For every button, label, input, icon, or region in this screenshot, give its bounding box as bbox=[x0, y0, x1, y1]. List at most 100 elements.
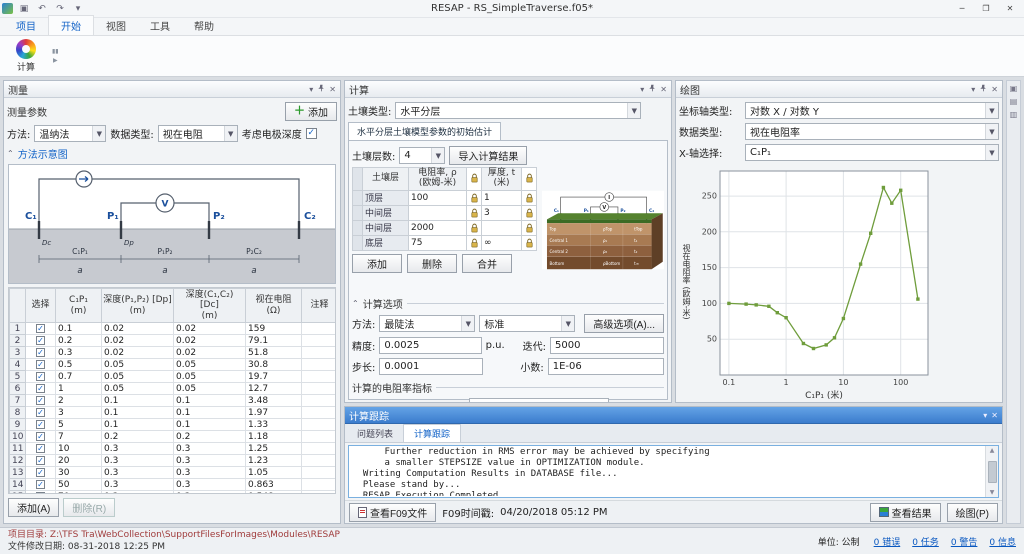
x-axis-select[interactable]: C₁P₁ ▼ bbox=[745, 144, 999, 161]
soil-layer-row[interactable]: 顶层1001 bbox=[353, 190, 537, 205]
lock-icon[interactable] bbox=[525, 193, 534, 203]
panel-close-icon[interactable]: ✕ bbox=[991, 85, 998, 94]
row-select-checkbox[interactable]: ✓ bbox=[36, 468, 45, 477]
scroll-down-icon[interactable]: ▼ bbox=[990, 489, 995, 496]
tab-computation-trace[interactable]: 计算跟踪 bbox=[403, 424, 461, 442]
dock-grid-icon[interactable]: ▤ bbox=[1010, 97, 1018, 106]
compute-button[interactable]: 计算 bbox=[4, 37, 48, 75]
panel-menu-icon[interactable]: ▾ bbox=[971, 85, 975, 94]
iterations-input[interactable]: 5000 bbox=[550, 337, 664, 354]
panel-menu-icon[interactable]: ▾ bbox=[640, 85, 644, 94]
lock-icon[interactable] bbox=[525, 238, 534, 248]
soil-layers-select[interactable]: 4 ▼ bbox=[399, 147, 445, 164]
row-select-checkbox[interactable]: ✓ bbox=[36, 480, 45, 489]
tab-problem-list[interactable]: 问题列表 bbox=[347, 425, 403, 442]
panel-menu-icon[interactable]: ▾ bbox=[983, 411, 987, 420]
intervals-input[interactable]: 100 bbox=[469, 398, 609, 403]
scroll-up-icon[interactable]: ▲ bbox=[990, 447, 995, 454]
ribbon-tab-2[interactable]: 视图 bbox=[94, 16, 138, 35]
ribbon-tab-3[interactable]: 工具 bbox=[138, 16, 182, 35]
soil-layer-row[interactable]: 底层75∞ bbox=[353, 235, 537, 250]
measurement-row[interactable]: 10✓70.20.21.18 bbox=[10, 431, 337, 443]
delete-row-button[interactable]: 删除(R) bbox=[63, 498, 115, 517]
dock-panel-icon[interactable]: ▥ bbox=[1010, 110, 1018, 119]
computation-options-header[interactable]: ⌃ 计算选项 bbox=[352, 296, 664, 311]
row-select-checkbox[interactable]: ✓ bbox=[36, 456, 45, 465]
electrode-depth-checkbox[interactable]: ✓ bbox=[306, 128, 317, 139]
lock-icon[interactable] bbox=[470, 223, 479, 233]
measurement-row[interactable]: 4✓0.50.050.0530.8 bbox=[10, 359, 337, 371]
undo-icon[interactable]: ↶ bbox=[35, 4, 49, 14]
measurement-row[interactable]: 11✓100.30.31.25 bbox=[10, 443, 337, 455]
opt-method-select[interactable]: 最陡法 ▼ bbox=[379, 315, 475, 332]
ribbon-tab-0[interactable]: 项目 bbox=[4, 16, 48, 35]
lock-icon[interactable] bbox=[470, 208, 479, 218]
accuracy-input[interactable]: 0.0025 bbox=[379, 337, 481, 354]
soil-type-select[interactable]: 水平分层 ▼ bbox=[395, 102, 641, 119]
row-select-checkbox[interactable]: ✓ bbox=[36, 408, 45, 417]
pause-icon[interactable]: ▮▮ bbox=[52, 49, 59, 55]
close-button[interactable]: ✕ bbox=[998, 1, 1022, 17]
measurement-row[interactable]: 12✓200.30.31.23 bbox=[10, 455, 337, 467]
row-select-checkbox[interactable]: ✓ bbox=[36, 384, 45, 393]
add-measurement-button[interactable]: ＋ 添加 bbox=[285, 102, 337, 121]
save-icon[interactable]: ▣ bbox=[17, 4, 31, 14]
panel-close-icon[interactable]: ✕ bbox=[660, 85, 667, 94]
plot-data-type-select[interactable]: 视在电阻率 ▼ bbox=[745, 123, 999, 140]
scroll-thumb[interactable] bbox=[988, 461, 997, 483]
minimize-button[interactable]: ─ bbox=[950, 1, 974, 17]
soil-delete-button[interactable]: 删除 bbox=[407, 254, 457, 273]
maximize-button[interactable]: ❐ bbox=[974, 1, 998, 17]
panel-pin-icon[interactable] bbox=[648, 84, 656, 94]
row-select-checkbox[interactable]: ✓ bbox=[36, 492, 45, 494]
lock-icon[interactable] bbox=[525, 223, 534, 233]
soil-model-tab[interactable]: 水平分层土壤模型参数的初始估计 bbox=[348, 122, 501, 140]
row-select-checkbox[interactable]: ✓ bbox=[36, 372, 45, 381]
view-f09-button[interactable]: 查看F09文件 bbox=[349, 503, 436, 522]
row-select-checkbox[interactable]: ✓ bbox=[36, 420, 45, 429]
dock-layout-icon[interactable]: ▣ bbox=[1010, 84, 1018, 93]
customize-toolbar-icon[interactable]: ▾ bbox=[71, 4, 85, 14]
measurement-row[interactable]: 13✓300.30.31.05 bbox=[10, 467, 337, 479]
plot-button[interactable]: 绘图(P) bbox=[947, 503, 998, 522]
opt-mode-select[interactable]: 标准 ▼ bbox=[479, 315, 575, 332]
method-select[interactable]: 温纳法 ▼ bbox=[34, 125, 106, 142]
panel-close-icon[interactable]: ✕ bbox=[991, 411, 998, 420]
play-icon[interactable]: ▶ bbox=[52, 58, 59, 64]
measurement-row[interactable]: 1✓0.10.020.02159 bbox=[10, 323, 337, 335]
plot-chart[interactable]: 0.111010050100150200250C₁P₁ (米) bbox=[692, 163, 936, 401]
decimal-input[interactable]: 1E-06 bbox=[548, 358, 664, 375]
soil-layer-row[interactable]: 中间层3 bbox=[353, 205, 537, 220]
lock-icon[interactable] bbox=[470, 193, 479, 203]
soil-layer-row[interactable]: 中间层2000 bbox=[353, 220, 537, 235]
ribbon-tab-4[interactable]: 帮助 bbox=[182, 16, 226, 35]
lock-icon[interactable] bbox=[525, 173, 534, 183]
measurement-row[interactable]: 8✓30.10.11.97 bbox=[10, 407, 337, 419]
row-select-checkbox[interactable]: ✓ bbox=[36, 432, 45, 441]
data-type-select[interactable]: 视在电阻 ▼ bbox=[158, 125, 238, 142]
row-select-checkbox[interactable]: ✓ bbox=[36, 396, 45, 405]
measurement-row[interactable]: 6✓10.050.0512.7 bbox=[10, 383, 337, 395]
row-select-checkbox[interactable]: ✓ bbox=[36, 324, 45, 333]
lock-icon[interactable] bbox=[470, 238, 479, 248]
status-counter-1[interactable]: 0 任务 bbox=[912, 535, 939, 548]
measurement-row[interactable]: 9✓50.10.11.33 bbox=[10, 419, 337, 431]
row-select-checkbox[interactable]: ✓ bbox=[36, 336, 45, 345]
row-select-checkbox[interactable]: ✓ bbox=[36, 444, 45, 453]
log-scrollbar[interactable]: ▲ ▼ bbox=[985, 446, 998, 497]
import-results-button[interactable]: 导入计算结果 bbox=[449, 146, 527, 165]
row-select-checkbox[interactable]: ✓ bbox=[36, 348, 45, 357]
row-select-checkbox[interactable]: ✓ bbox=[36, 360, 45, 369]
measurement-row[interactable]: 7✓20.10.13.48 bbox=[10, 395, 337, 407]
view-results-button[interactable]: 查看结果 bbox=[870, 503, 941, 522]
status-counter-0[interactable]: 0 错误 bbox=[874, 535, 901, 548]
add-row-button[interactable]: 添加(A) bbox=[8, 498, 59, 517]
diagram-collapse-header[interactable]: ⌃ 方法示意图 bbox=[7, 146, 337, 161]
panel-pin-icon[interactable] bbox=[317, 84, 325, 94]
step-input[interactable]: 0.0001 bbox=[379, 358, 483, 375]
panel-close-icon[interactable]: ✕ bbox=[329, 85, 336, 94]
measurement-row[interactable]: 2✓0.20.020.0279.1 bbox=[10, 335, 337, 347]
redo-icon[interactable]: ↷ bbox=[53, 4, 67, 14]
lock-icon[interactable] bbox=[525, 208, 534, 218]
ribbon-tab-1[interactable]: 开始 bbox=[48, 15, 94, 35]
